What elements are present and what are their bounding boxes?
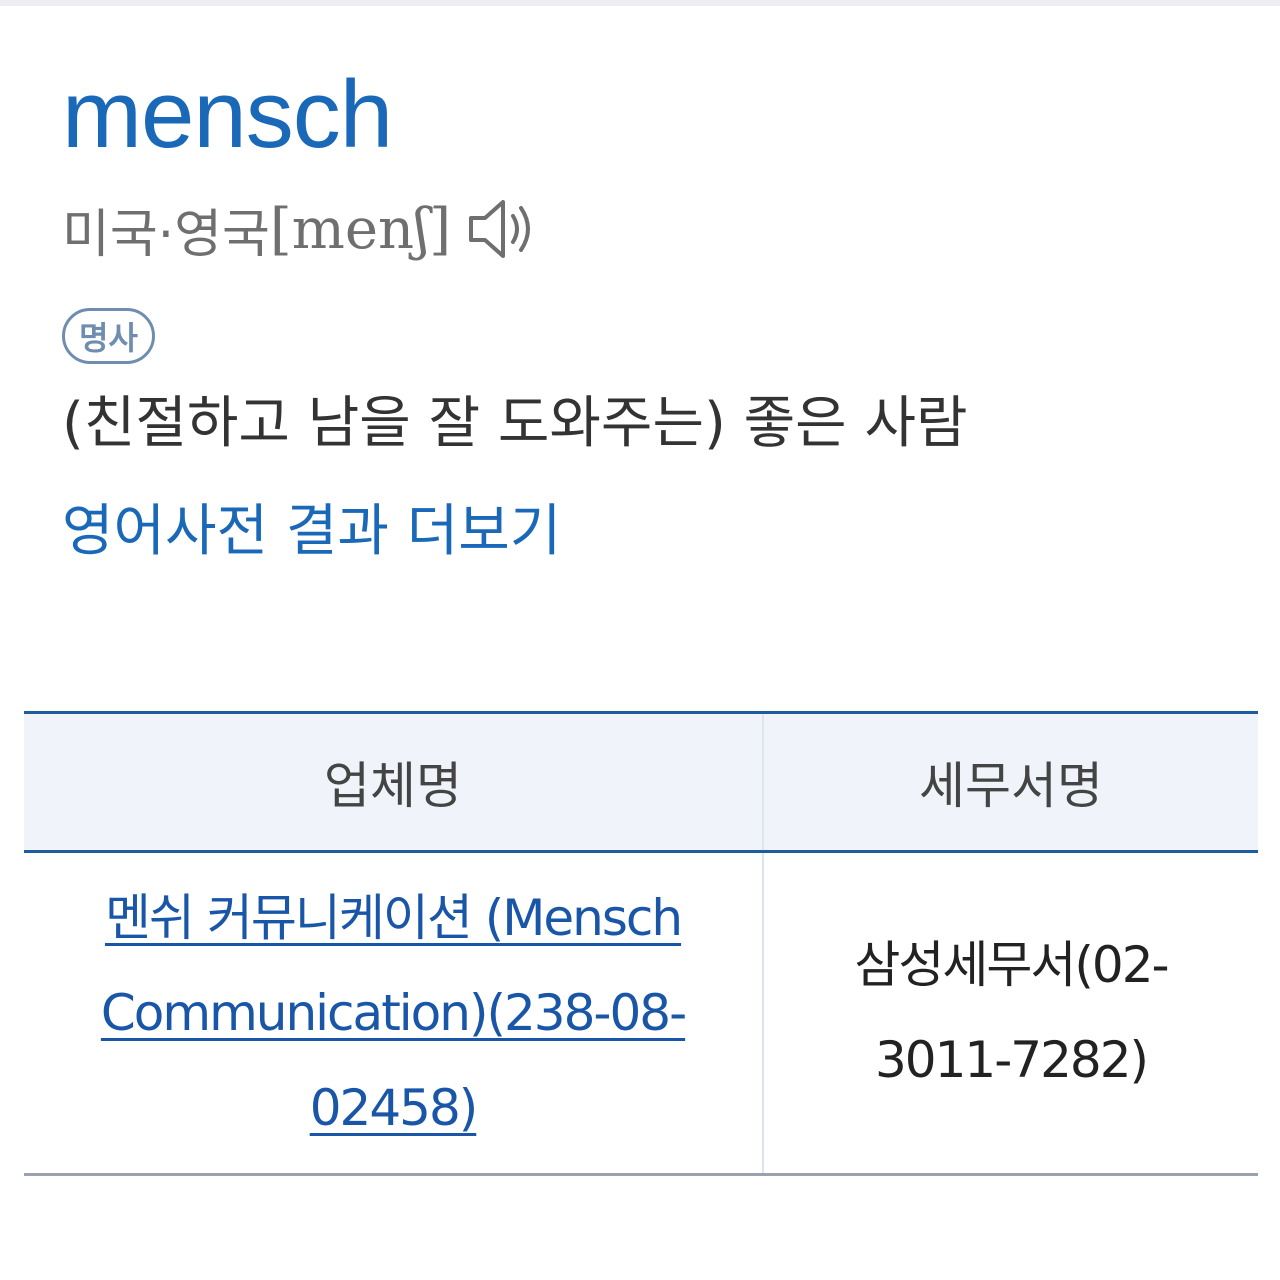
definition-text: (친절하고 남을 잘 도와주는) 좋은 사람	[62, 391, 968, 456]
pronunciation-ipa: [menʃ]	[269, 196, 452, 262]
speaker-icon[interactable]	[467, 194, 539, 264]
company-link[interactable]: 멘쉬 커뮤니케이션 (Mensch Communication)(238-08-…	[101, 889, 687, 1137]
header-tax-office: 세무서명	[763, 711, 1258, 853]
top-divider	[0, 0, 1280, 6]
pronunciation-region: 미국·영국	[62, 204, 270, 265]
header-company-name: 업체명	[24, 711, 764, 853]
tax-office-cell: 삼성세무서(02-3011-7282)	[763, 851, 1258, 1176]
business-info-table: 업체명 세무서명 멘쉬 커뮤니케이션 (Mensch Communication…	[24, 711, 1258, 1176]
part-of-speech-badge: 명사	[62, 308, 155, 364]
headword[interactable]: mensch	[62, 60, 1212, 170]
table-header-row: 업체명 세무서명	[24, 711, 1258, 853]
dictionary-card: mensch 미국·영국 [menʃ] 명사 (친절하고 남을 잘 도와주는) …	[62, 60, 1212, 572]
tax-office-text: 삼성세무서(02-3011-7282)	[854, 936, 1169, 1089]
more-results-link[interactable]: 영어사전 결과 더보기	[62, 492, 561, 572]
pronunciation-row: 미국·영국 [menʃ]	[62, 194, 1212, 265]
company-cell: 멘쉬 커뮤니케이션 (Mensch Communication)(238-08-…	[24, 851, 764, 1176]
table-row: 멘쉬 커뮤니케이션 (Mensch Communication)(238-08-…	[24, 851, 1258, 1176]
